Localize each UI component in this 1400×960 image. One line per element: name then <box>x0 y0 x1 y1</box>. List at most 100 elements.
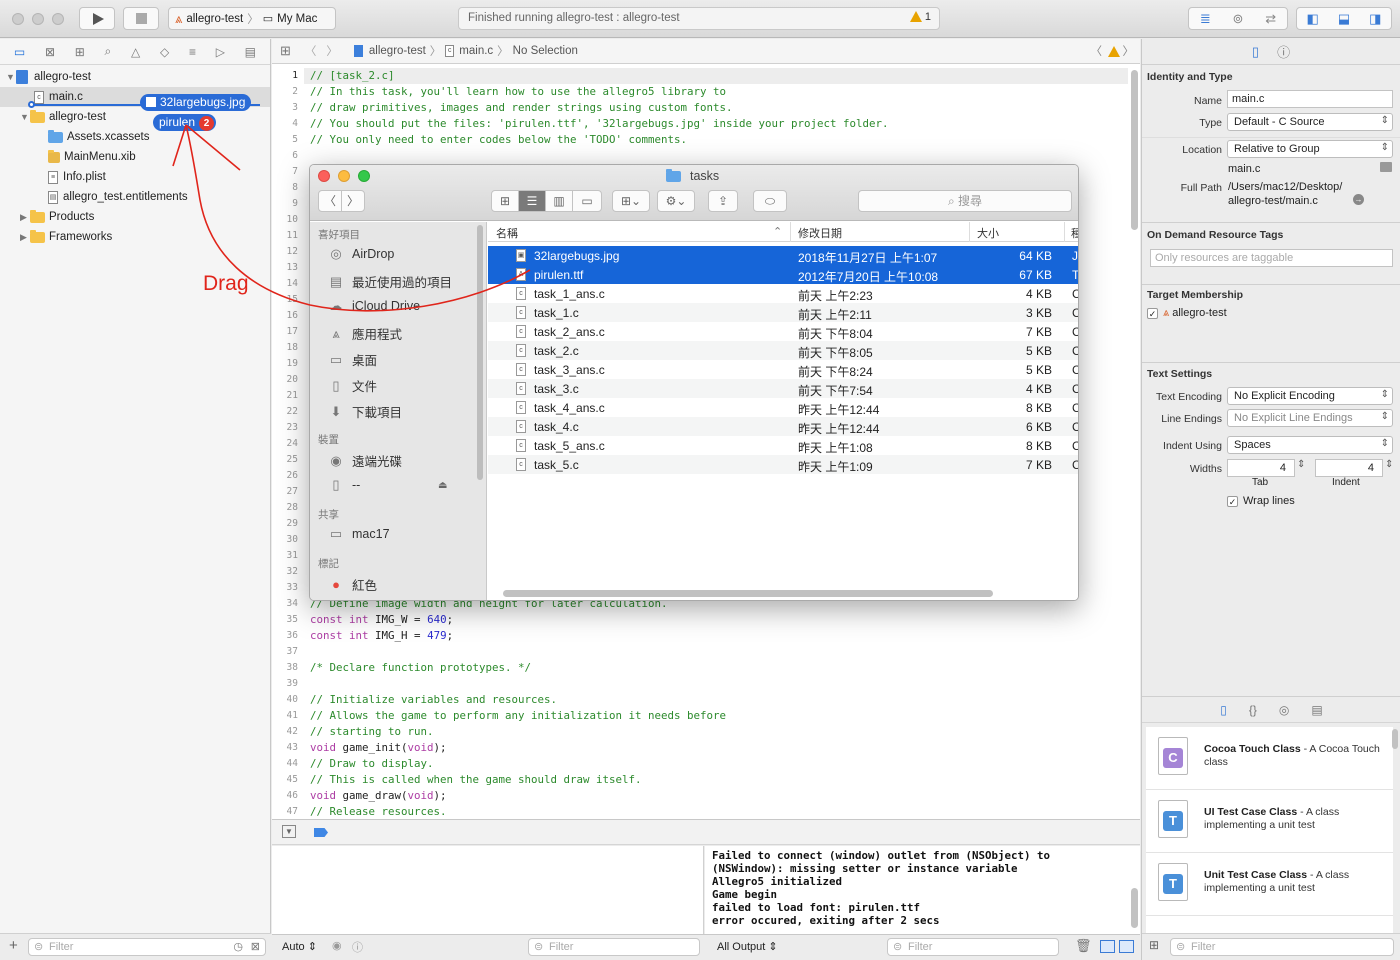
sidebar-item[interactable]: ● 紅色 <box>328 575 377 594</box>
checkmark-icon[interactable]: ✓ <box>1227 496 1238 507</box>
console-scrollbar[interactable] <box>1131 888 1138 928</box>
finder-zoom-button[interactable] <box>358 170 370 182</box>
tree-item-frameworks[interactable]: ▶ Frameworks <box>20 227 112 247</box>
sidebar-item[interactable]: ▤ 最近使用過的項目 <box>328 272 452 291</box>
media-library-tab-icon[interactable]: ▤ <box>1311 703 1322 717</box>
finder-close-button[interactable] <box>318 170 330 182</box>
name-column-header[interactable]: 名稱 <box>496 225 518 241</box>
tree-item-products[interactable]: ▶ Products <box>20 207 94 227</box>
object-library-tab-icon[interactable]: ◎ <box>1279 703 1289 717</box>
zoom-window-button[interactable] <box>52 13 64 25</box>
file-template-item[interactable] <box>1146 916 1393 933</box>
date-column-header[interactable]: 修改日期 <box>798 225 842 241</box>
console-output-select[interactable]: All Output ⇕ <box>717 940 778 953</box>
finder-horizontal-scrollbar[interactable] <box>503 590 993 597</box>
grid-view-icon[interactable]: ⊞ <box>1149 938 1159 952</box>
sidebar-item[interactable]: ◎ AirDrop <box>328 246 394 262</box>
breadcrumb-selection[interactable]: No Selection <box>513 45 578 57</box>
indent-using-popup[interactable]: Spaces <box>1227 436 1393 454</box>
sidebar-item[interactable]: ▯ -- ⏏ <box>328 477 447 493</box>
sidebar-item[interactable]: ⬇ 下載項目 <box>328 402 402 421</box>
forward-arrow-icon[interactable]: 〉 <box>326 43 338 59</box>
close-window-button[interactable] <box>12 13 24 25</box>
sidebar-item[interactable]: ▭ 桌面 <box>328 350 377 369</box>
info-icon[interactable]: ⓘ <box>352 939 363 955</box>
finder-back-button[interactable]: 〈 <box>318 190 342 212</box>
source-control-tab-icon[interactable]: ⊠ <box>45 45 55 59</box>
sidebar-item[interactable]: ▭ mac17 <box>328 526 390 542</box>
issue-navigator-tab-icon[interactable]: △ <box>131 45 140 59</box>
version-editor-icon[interactable]: ⇄ <box>1265 11 1276 27</box>
target-membership-row[interactable]: ✓ ⩓ allegro-test <box>1147 307 1227 320</box>
breakpoints-toggle-icon[interactable] <box>314 828 328 837</box>
hide-debug-area-icon[interactable]: ▼ <box>282 825 296 838</box>
quick-help-tab-icon[interactable]: ⓘ <box>1277 42 1290 61</box>
checkmark-icon[interactable]: ✓ <box>1147 308 1158 319</box>
test-navigator-tab-icon[interactable]: ◇ <box>160 45 169 59</box>
sidebar-item[interactable]: ☁ iCloud Drive <box>328 298 421 314</box>
stepper-icon[interactable]: ⇕ <box>1297 459 1305 470</box>
disclosure-open-icon[interactable]: ▼ <box>6 72 16 82</box>
file-template-item[interactable]: T UI Test Case Class - A class implementi… <box>1146 790 1393 853</box>
finder-forward-button[interactable]: 〉 <box>341 190 365 212</box>
stop-button[interactable] <box>123 7 159 30</box>
file-row[interactable]: c task_5_ans.c 昨天 上午1:08 8 KB C <box>488 436 1078 455</box>
wrap-lines-row[interactable]: ✓ Wrap lines <box>1227 495 1295 507</box>
file-row[interactable]: c task_1.c 前天 上午2:11 3 KB C <box>488 303 1078 322</box>
file-row[interactable]: c task_2_ans.c 前天 下午8:04 7 KB C <box>488 322 1078 341</box>
file-row[interactable]: c task_5.c 昨天 上午1:09 7 KB C <box>488 455 1078 474</box>
tab-width-field[interactable]: 4 <box>1227 459 1295 477</box>
source-control-filter-icon[interactable]: ⊠ <box>251 940 260 953</box>
toggle-debug-area-icon[interactable]: ⬓ <box>1338 11 1350 27</box>
project-navigator-tab-icon[interactable]: ▭ <box>14 45 25 59</box>
file-inspector-tab-icon[interactable]: ▯ <box>1252 44 1259 60</box>
eject-icon[interactable]: ⏏ <box>438 480 447 491</box>
sidebar-item[interactable]: ◉ 遠端光碟 <box>328 451 402 470</box>
eye-icon[interactable]: ◉ <box>332 939 342 952</box>
encoding-popup[interactable]: No Explicit Encoding <box>1227 387 1393 405</box>
recent-files-icon[interactable]: ◷ <box>233 940 243 953</box>
show-variables-icon[interactable] <box>1100 940 1115 953</box>
sidebar-item[interactable]: ▯ 文件 <box>328 376 377 395</box>
breakpoint-navigator-tab-icon[interactable]: ▷ <box>216 45 225 59</box>
file-row[interactable]: ▣ 32largebugs.jpg 2018年11月27日 上午1:07 64 KB J <box>488 246 1078 265</box>
file-template-item[interactable]: T Unit Test Case Class - A class implemen… <box>1146 853 1393 916</box>
sidebar-item[interactable]: ⩓ 應用程式 <box>328 324 402 343</box>
console-output[interactable]: Failed to connect (window) outlet from (… <box>705 846 1140 934</box>
tree-item-group[interactable]: ▼ allegro-test <box>20 107 106 127</box>
file-row[interactable]: c task_2.c 前天 下午8:05 5 KB C <box>488 341 1078 360</box>
symbol-navigator-tab-icon[interactable]: ⊞ <box>75 45 85 59</box>
tree-item-mainmenu[interactable]: MainMenu.xib <box>48 147 136 167</box>
disclosure-open-icon[interactable]: ▼ <box>20 112 30 122</box>
scheme-selector[interactable]: ⩓ allegro-test 〉 ▭ My Mac <box>168 7 336 30</box>
icon-view-button[interactable]: ⊞ <box>491 190 519 212</box>
breadcrumb-file[interactable]: main.c <box>459 45 493 57</box>
finder-search-field[interactable]: ⌕ 搜尋 <box>858 190 1072 212</box>
stepper-icon[interactable]: ⇕ <box>1385 459 1393 470</box>
kind-column-header[interactable]: 種 <box>1071 225 1078 241</box>
library-scrollbar[interactable] <box>1392 729 1398 749</box>
minimize-window-button[interactable] <box>32 13 44 25</box>
column-view-button[interactable]: ▥ <box>545 190 573 212</box>
toggle-navigator-icon[interactable]: ◧ <box>1307 11 1319 27</box>
issue-nav-back-icon[interactable]: 〈 <box>1091 43 1103 59</box>
find-navigator-tab-icon[interactable]: ⌕ <box>105 44 112 59</box>
file-row[interactable]: Apirulen.ttf 2012年7月20日 上午10:08 67 KB T <box>488 265 1078 284</box>
finder-minimize-button[interactable] <box>338 170 350 182</box>
debug-navigator-tab-icon[interactable]: ≡ <box>189 45 196 59</box>
line-endings-popup[interactable]: No Explicit Line Endings <box>1227 409 1393 427</box>
add-file-icon[interactable]: + <box>9 937 18 954</box>
file-row[interactable]: c task_4_ans.c 昨天 上午12:44 8 KB C <box>488 398 1078 417</box>
navigator-filter-input[interactable]: Filter ◷ ⊠ <box>28 938 266 956</box>
list-view-button[interactable]: ☰ <box>518 190 546 212</box>
console-filter-input[interactable]: Filter <box>887 938 1059 956</box>
share-button[interactable]: ⇪ <box>708 190 738 212</box>
back-arrow-icon[interactable]: 〈 <box>305 43 317 59</box>
file-template-tab-icon[interactable]: ▯ <box>1220 703 1227 717</box>
issue-nav-forward-icon[interactable]: 〉 <box>1123 43 1135 59</box>
report-navigator-tab-icon[interactable]: ▤ <box>245 45 256 59</box>
name-field[interactable]: main.c <box>1227 90 1393 108</box>
file-row[interactable]: c task_3_ans.c 前天 下午8:24 5 KB C <box>488 360 1078 379</box>
odr-tags-field[interactable]: Only resources are taggable <box>1150 249 1393 267</box>
code-snippet-tab-icon[interactable]: {} <box>1249 703 1257 717</box>
